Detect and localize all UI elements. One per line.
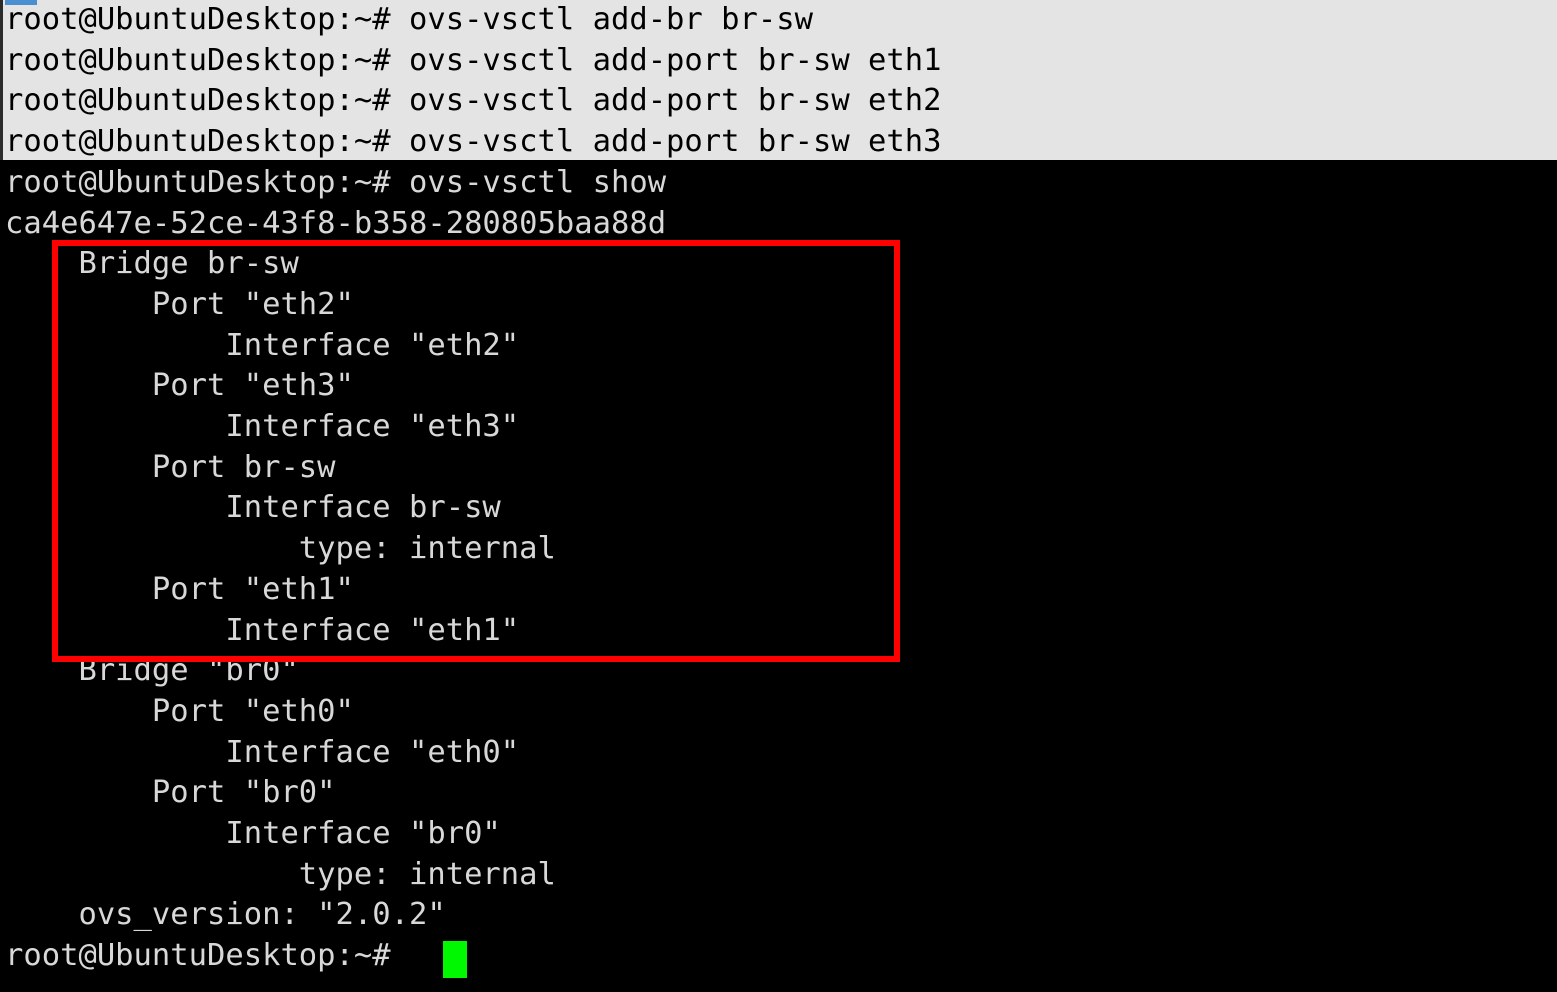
terminal-line: Interface "br0" — [5, 816, 501, 851]
terminal-line: type: internal — [5, 856, 556, 892]
terminal-line: Port "eth3" — [5, 368, 354, 404]
terminal-line: Port "br0" — [5, 775, 336, 811]
terminal-line: Port "eth1" — [5, 571, 354, 607]
terminal-line: root@UbuntuDesktop:~# — [5, 938, 409, 974]
terminal-line: Interface "eth2" — [5, 327, 520, 363]
terminal-line: Bridge br-sw — [5, 246, 299, 282]
terminal-output[interactable]: root@UbuntuDesktop:~# ovs-vsctl add-br b… — [0, 0, 1557, 992]
terminal-window[interactable]: root@UbuntuDesktop:~# ovs-vsctl add-br b… — [0, 0, 1557, 992]
terminal-line: Port "eth2" — [5, 286, 354, 322]
selection-left-edge — [0, 0, 3, 160]
terminal-line: root@UbuntuDesktop:~# ovs-vsctl add-port… — [5, 42, 942, 78]
terminal-line: Interface br-sw — [5, 490, 501, 526]
terminal-line: root@UbuntuDesktop:~# ovs-vsctl add-br b… — [5, 2, 813, 37]
selection-caret-marker — [5, 0, 37, 5]
terminal-line: root@UbuntuDesktop:~# ovs-vsctl show — [5, 164, 667, 200]
terminal-line: ca4e647e-52ce-43f8-b358-280805baa88d — [5, 205, 667, 241]
terminal-line: Interface "eth3" — [5, 409, 520, 444]
terminal-line: root@UbuntuDesktop:~# ovs-vsctl add-port… — [5, 124, 942, 160]
terminal-line: Interface "eth1" — [5, 612, 520, 648]
terminal-line: root@UbuntuDesktop:~# ovs-vsctl add-port… — [5, 83, 942, 119]
terminal-line: Port br-sw — [5, 449, 336, 485]
terminal-line: Interface "eth0" — [5, 734, 520, 770]
terminal-line: ovs_version: "2.0.2" — [5, 897, 446, 933]
terminal-cursor — [443, 941, 467, 978]
terminal-line: Bridge "br0" — [5, 653, 299, 689]
terminal-line: Port "eth0" — [5, 693, 354, 729]
terminal-line: type: internal — [5, 531, 556, 567]
